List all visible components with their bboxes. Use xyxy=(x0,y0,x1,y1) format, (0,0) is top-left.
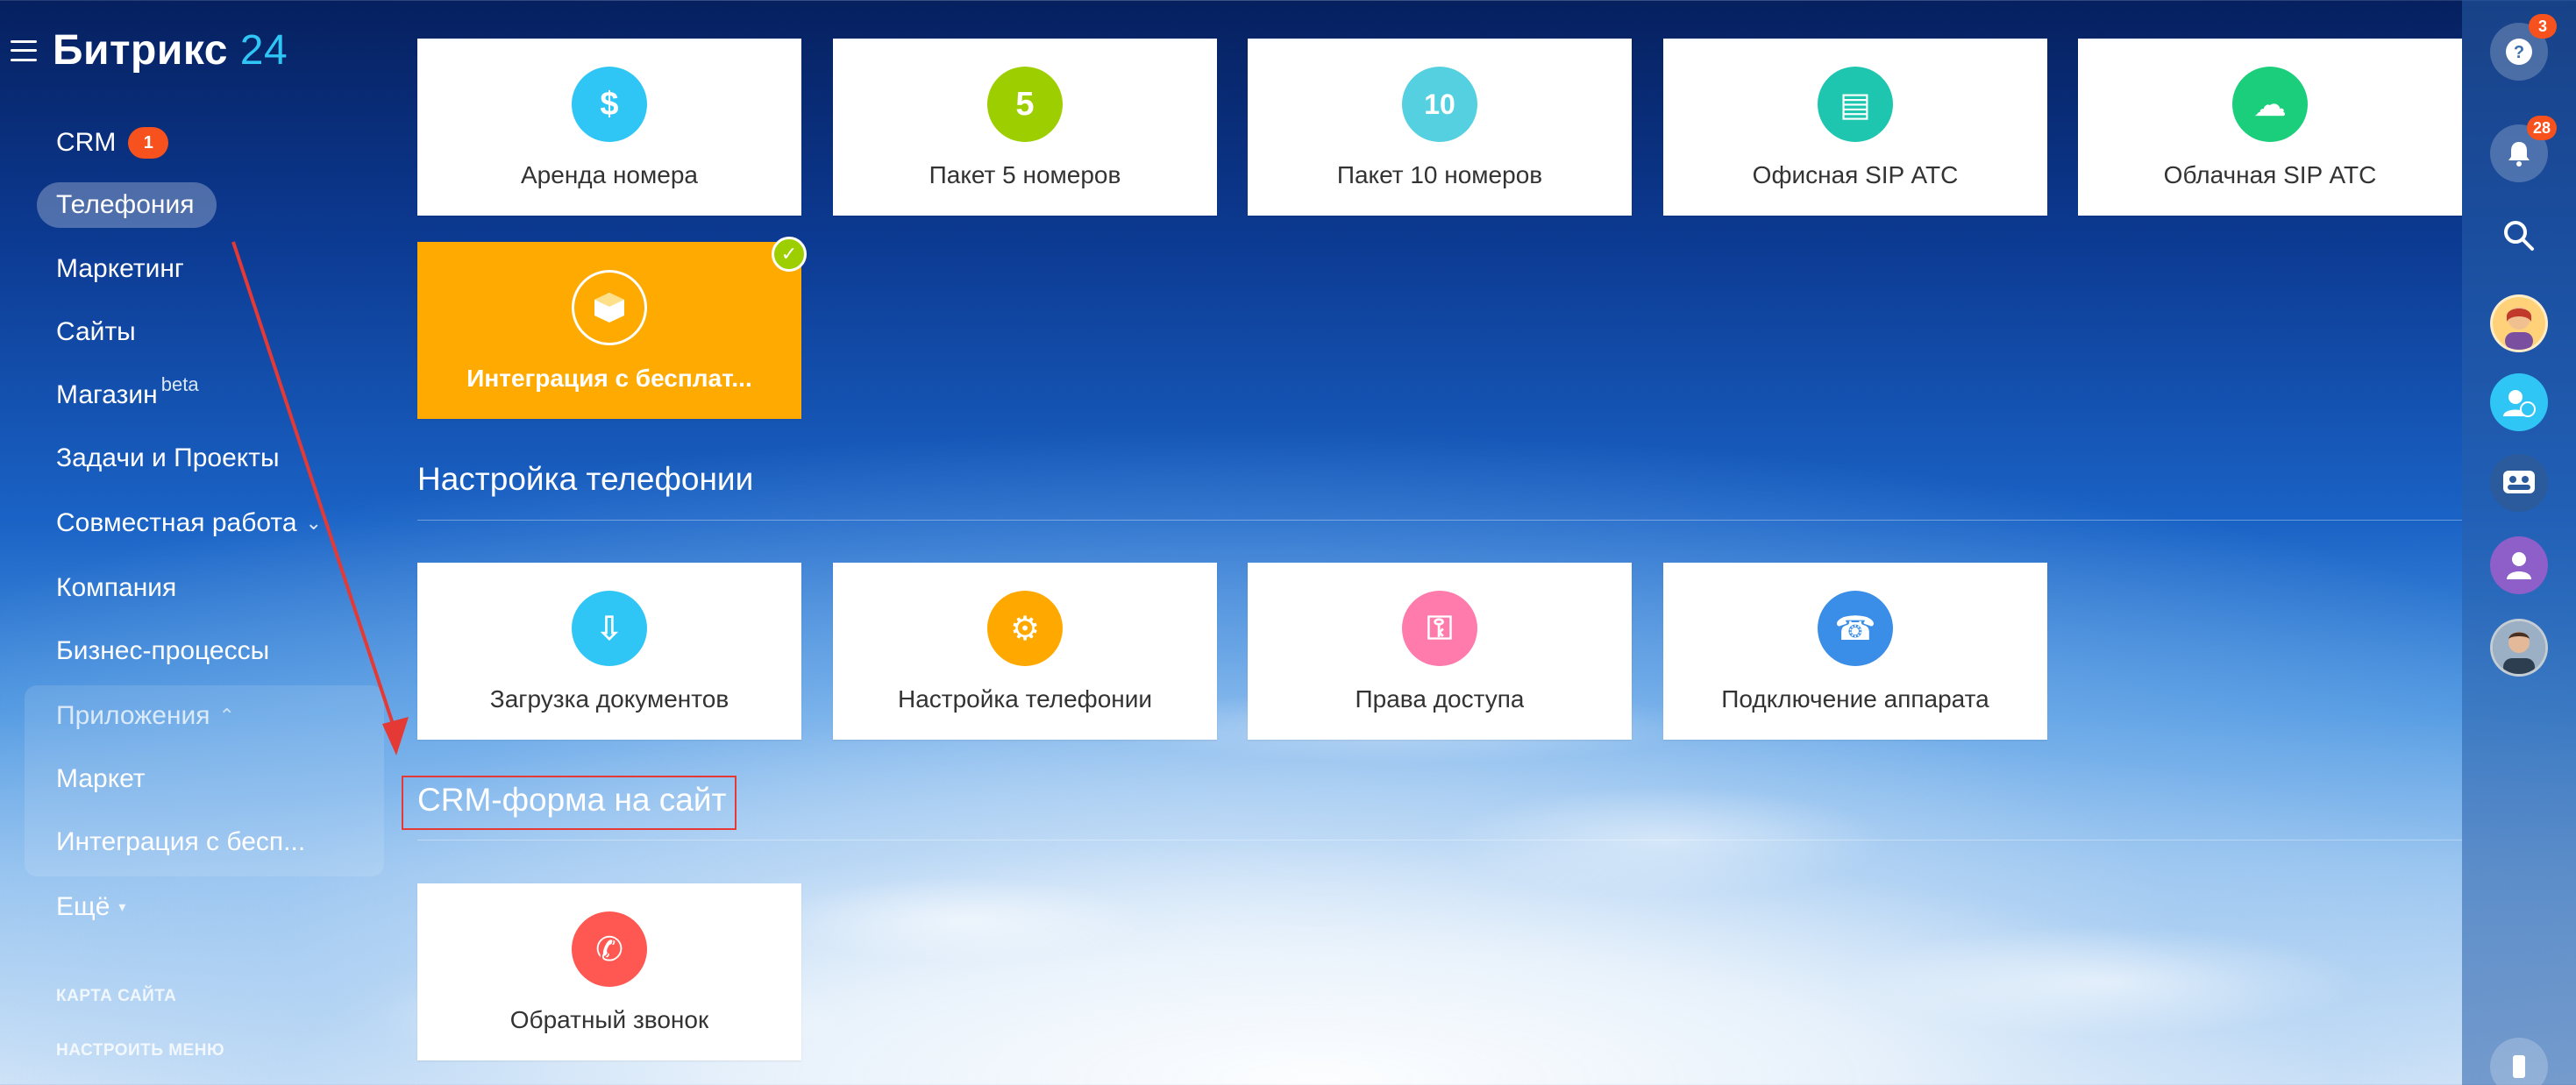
tile-label: Интеграция с бесплат... xyxy=(466,365,752,392)
person-photo-icon xyxy=(2493,621,2545,674)
tile-label: Настройка телефонии xyxy=(897,685,1153,713)
group-icon xyxy=(2503,471,2535,493)
phone-settings-icon: ⚙ xyxy=(987,591,1063,666)
mobile-app-button[interactable] xyxy=(2490,1038,2548,1085)
tile-device-connection[interactable]: ☎ Подключение аппарата xyxy=(1663,563,2047,740)
tile-package-10[interactable]: 10 Пакет 10 номеров xyxy=(1248,39,1632,216)
office-pbx-icon: ▤ xyxy=(1818,67,1893,142)
tile-label: Пакет 10 номеров xyxy=(1336,161,1543,188)
notifications-counter-badge: 28 xyxy=(2526,116,2557,140)
right-panel: ? 3 28 xyxy=(2462,0,2576,1085)
tile-label: Загрузка документов xyxy=(489,685,729,713)
box-icon xyxy=(572,270,647,345)
user-clock-icon xyxy=(2503,390,2536,417)
section-title-telephony-settings: Настройка телефонии xyxy=(417,461,754,497)
help-button[interactable]: ? 3 xyxy=(2490,14,2557,81)
tile-label: Облачная SIP АТС xyxy=(2163,161,2377,188)
search-icon xyxy=(2504,221,2534,251)
help-icon: ? xyxy=(2506,39,2532,65)
section-title-crm-form: CRM-форма на сайт xyxy=(417,782,727,818)
bell-icon xyxy=(2508,142,2530,167)
phone-connect-icon: ☎ xyxy=(1818,591,1893,666)
contact-avatar[interactable] xyxy=(2490,536,2548,594)
user-avatar[interactable] xyxy=(2490,294,2548,352)
check-icon: ✓ xyxy=(772,237,807,272)
tile-number-rental[interactable]: $ Аренда номера xyxy=(417,39,801,216)
notifications-button[interactable]: 28 xyxy=(2490,116,2557,182)
tile-label: Офисная SIP АТС xyxy=(1752,161,1959,188)
cloud-pbx-icon: ☁ xyxy=(2232,67,2308,142)
tile-office-sip[interactable]: ▤ Офисная SIP АТС xyxy=(1663,39,2047,216)
tile-access-rights[interactable]: ⚿ Права доступа xyxy=(1248,563,1632,740)
tile-package-5[interactable]: 5 Пакет 5 номеров xyxy=(833,39,1217,216)
tile-label: Права доступа xyxy=(1355,685,1525,713)
contact-photo-avatar[interactable] xyxy=(2490,619,2548,677)
tile-upload-documents[interactable]: ⇩ Загрузка документов xyxy=(417,563,801,740)
mobile-phone-icon xyxy=(2513,1055,2525,1078)
tile-label: Пакет 5 номеров xyxy=(929,161,1121,188)
access-rights-icon: ⚿ xyxy=(1402,591,1477,666)
tile-label: Обратный звонок xyxy=(509,1006,709,1033)
callback-icon: ✆ xyxy=(572,911,647,987)
phone-dollar-icon: $ xyxy=(572,67,647,142)
svg-text:?: ? xyxy=(2514,43,2524,62)
help-counter-badge: 3 xyxy=(2529,14,2557,39)
tile-free-integration[interactable]: Интеграция с бесплат... ✓ xyxy=(417,237,807,419)
tile-callback[interactable]: ✆ Обратный звонок xyxy=(417,883,801,1060)
tile-cloud-sip[interactable]: ☁ Облачная SIP АТС xyxy=(2078,39,2462,216)
tile-label: Аренда номера xyxy=(521,161,698,188)
document-download-icon: ⇩ xyxy=(572,591,647,666)
keypad-5-icon: 5 xyxy=(987,67,1063,142)
tile-telephony-settings[interactable]: ⚙ Настройка телефонии xyxy=(833,563,1217,740)
avatar-icon xyxy=(2505,307,2533,350)
group-chat-button[interactable] xyxy=(2490,454,2548,512)
search-button[interactable] xyxy=(2490,207,2548,265)
keypad-10-icon: 10 xyxy=(1402,67,1477,142)
user-icon xyxy=(2507,552,2531,579)
timeman-button[interactable] xyxy=(2490,373,2548,431)
section-divider xyxy=(417,520,2462,521)
tile-label: Подключение аппарата xyxy=(1721,685,1989,713)
